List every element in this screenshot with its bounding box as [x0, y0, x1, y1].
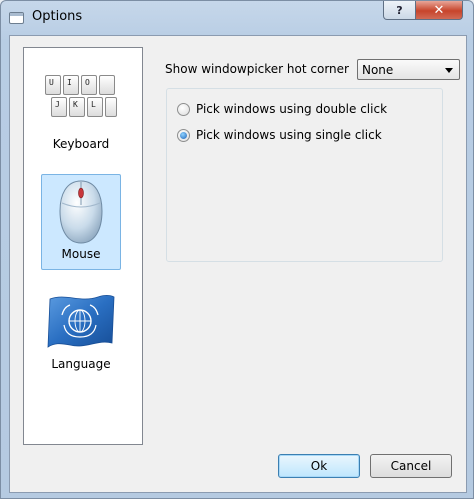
key-blank	[99, 75, 115, 95]
category-label-keyboard: Keyboard	[52, 137, 110, 151]
key-o: O	[81, 75, 97, 95]
hot-corner-select[interactable]: None	[356, 58, 460, 80]
key-l: L	[87, 97, 103, 117]
category-list: U I O J K L Keyboard Mouse Language	[23, 47, 143, 445]
window-icon	[9, 12, 24, 24]
help-button[interactable]: ?	[383, 1, 416, 20]
pick-mode-group: Pick windows using double click Pick win…	[166, 88, 443, 262]
category-label-language: Language	[51, 357, 111, 371]
ok-button[interactable]: Ok	[278, 454, 360, 478]
mouse-icon	[59, 180, 103, 244]
close-button[interactable]: ✕	[415, 1, 463, 20]
window-title: Options	[32, 9, 83, 24]
radio-single-click[interactable]: Pick windows using single click	[177, 127, 382, 143]
key-j: J	[51, 97, 67, 117]
radio-double-click-button[interactable]	[177, 102, 190, 116]
hot-corner-row: Show windowpicker hot corner None	[165, 58, 460, 80]
category-mouse[interactable]: Mouse	[41, 174, 121, 270]
keyboard-icon: U I O J K L	[43, 75, 119, 125]
dropdown-arrow-icon	[444, 67, 453, 73]
key-k: K	[69, 97, 85, 117]
radio-double-click[interactable]: Pick windows using double click	[177, 101, 387, 117]
category-label-mouse: Mouse	[61, 247, 101, 261]
un-flag-icon	[47, 295, 115, 348]
hot-corner-label: Show windowpicker hot corner	[165, 62, 349, 76]
key-u: U	[45, 75, 61, 95]
radio-double-click-label: Pick windows using double click	[196, 102, 388, 116]
radio-single-click-label: Pick windows using single click	[196, 128, 382, 142]
radio-single-click-button[interactable]	[177, 128, 190, 142]
category-keyboard[interactable]: U I O J K L Keyboard	[41, 64, 121, 160]
hot-corner-value: None	[361, 62, 394, 77]
key-i: I	[63, 75, 79, 95]
key-blank-2	[105, 97, 117, 117]
dialog-client-area: U I O J K L Keyboard Mouse Language Show…	[9, 35, 467, 493]
category-language[interactable]: Language	[41, 284, 121, 380]
cancel-button[interactable]: Cancel	[370, 454, 452, 478]
options-dialog: Options ? ✕ U I O J K L Keyboard Mouse L…	[0, 0, 474, 499]
